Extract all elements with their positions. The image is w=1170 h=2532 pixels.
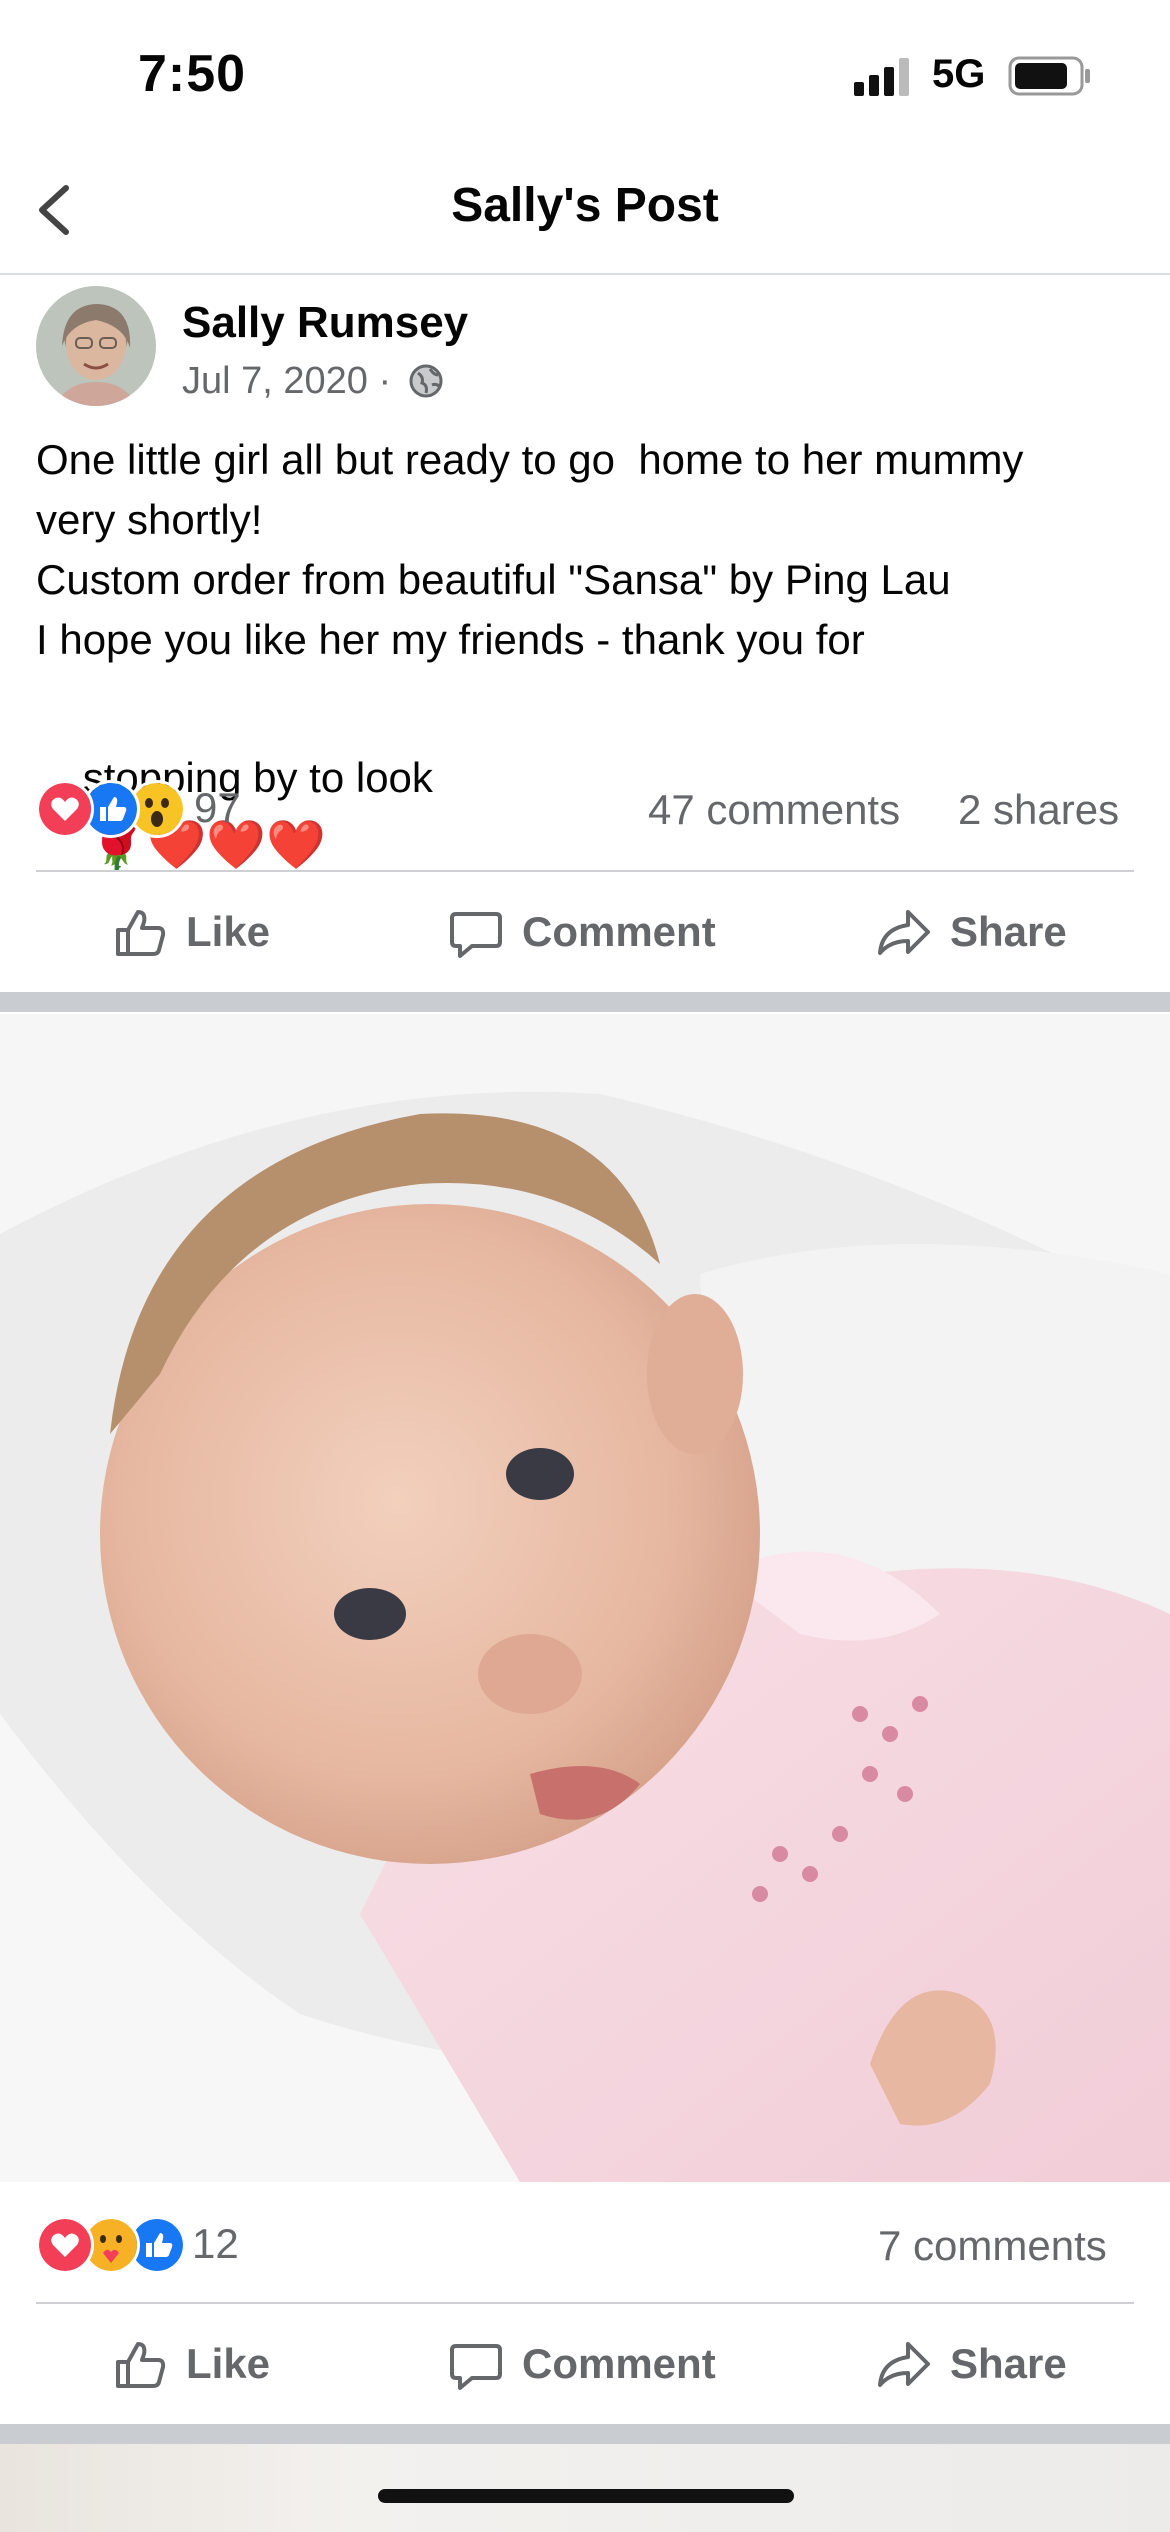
- post-text-line: Custom order from beautiful "Sansa" by P…: [36, 556, 951, 603]
- share-icon: [878, 910, 930, 955]
- like-label: Like: [186, 908, 271, 955]
- battery-icon: [1008, 56, 1090, 96]
- thumbs-up-icon: [116, 910, 166, 956]
- post-text-line: I hope you like her my friends - thank y…: [36, 616, 865, 663]
- share-label: Share: [950, 2340, 1067, 2387]
- reaction-count: 97: [194, 784, 241, 831]
- avatar[interactable]: [36, 286, 156, 406]
- status-time: 7:50: [138, 45, 247, 103]
- author-name[interactable]: Sally Rumsey: [182, 298, 468, 348]
- share-label: Share: [950, 908, 1067, 955]
- post-text-line: One little girl all but ready to go home…: [36, 436, 1024, 483]
- thumbs-up-icon: [116, 2342, 166, 2388]
- nav-bar: Sally's Post: [0, 150, 1170, 275]
- status-bar: 7:50 5G: [0, 0, 1170, 150]
- section-separator: [0, 992, 1170, 1012]
- post-meta: Jul 7, 2020 ·: [182, 360, 444, 403]
- photo-like-button[interactable]: Like: [112, 2304, 270, 2424]
- globe-icon: [409, 364, 443, 398]
- comment-icon: [450, 912, 502, 958]
- photo-reaction-count: 12: [192, 2220, 239, 2267]
- network-label: 5G: [932, 52, 986, 96]
- doll-photo-image: [0, 1014, 1170, 2182]
- comment-label: Comment: [522, 908, 716, 955]
- section-separator: [0, 2424, 1170, 2444]
- next-photo-preview[interactable]: [0, 2444, 1170, 2532]
- post-actions: Like Comment Share: [0, 872, 1170, 992]
- love-reaction-icon: [36, 780, 94, 838]
- photo-actions: Like Comment Share: [0, 2304, 1170, 2424]
- page-title: Sally's Post: [451, 179, 719, 232]
- comment-label: Comment: [522, 2340, 716, 2387]
- photo-share-button[interactable]: Share: [876, 2304, 1067, 2424]
- post-date[interactable]: Jul 7, 2020: [182, 360, 368, 402]
- comment-count[interactable]: 47 comments: [648, 786, 900, 834]
- home-indicator[interactable]: [378, 2489, 794, 2503]
- share-button[interactable]: Share: [876, 872, 1067, 992]
- share-count[interactable]: 2 shares: [958, 786, 1119, 834]
- like-label: Like: [186, 2340, 271, 2387]
- photo-comment-button[interactable]: Comment: [448, 2304, 716, 2424]
- post-text-line: very shortly!: [36, 496, 263, 543]
- signal-icon: [854, 58, 909, 96]
- comment-icon: [450, 2344, 502, 2390]
- post-header: Sally Rumsey Jul 7, 2020 ·: [0, 280, 1170, 410]
- meta-separator: ·: [378, 360, 392, 402]
- post-photo[interactable]: [0, 1014, 1170, 2182]
- love-reaction-icon: [36, 2216, 94, 2274]
- comment-button[interactable]: Comment: [448, 872, 716, 992]
- like-button[interactable]: Like: [112, 872, 270, 992]
- share-icon: [878, 2342, 930, 2387]
- photo-comment-count[interactable]: 7 comments: [878, 2222, 1107, 2270]
